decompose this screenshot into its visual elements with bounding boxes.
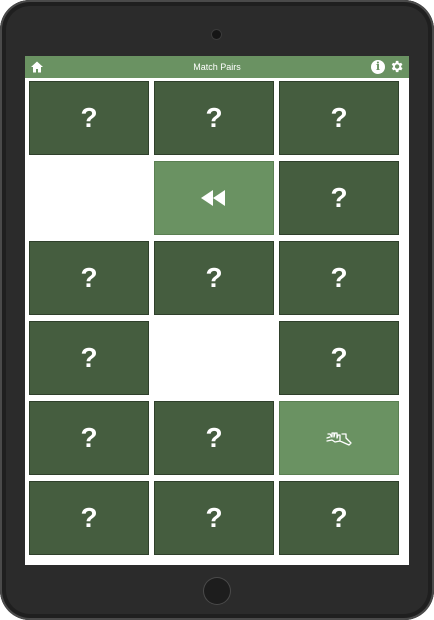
card-hidden[interactable]: ? (30, 322, 148, 394)
card-hidden[interactable]: ? (280, 482, 398, 554)
card-hidden[interactable]: ? (155, 242, 273, 314)
card-grid: ?????????????? (30, 82, 404, 560)
rewind-icon (199, 189, 229, 207)
card-question-mark: ? (330, 502, 348, 533)
card-question-mark: ? (205, 102, 223, 133)
tablet-frame: Match Pairs i ?????????????? (0, 0, 434, 620)
app-bar: Match Pairs i (25, 56, 409, 78)
card-question-mark: ? (80, 502, 98, 533)
app-title: Match Pairs (193, 62, 241, 72)
card-hidden[interactable]: ? (155, 402, 273, 474)
card-question-mark: ? (80, 422, 98, 453)
card-hidden[interactable]: ? (280, 82, 398, 154)
card-question-mark: ? (330, 102, 348, 133)
card-hidden[interactable]: ? (30, 242, 148, 314)
info-icon[interactable]: i (371, 60, 385, 74)
card-question-mark: ? (330, 182, 348, 213)
card-revealed[interactable] (155, 162, 273, 234)
card-revealed[interactable] (280, 402, 398, 474)
device-home-button[interactable] (204, 578, 230, 604)
card-question-mark: ? (80, 342, 98, 373)
card-question-mark: ? (205, 502, 223, 533)
app-screen: Match Pairs i ?????????????? (25, 56, 409, 565)
card-question-mark: ? (80, 262, 98, 293)
card-hidden[interactable]: ? (30, 82, 148, 154)
gear-icon[interactable] (389, 59, 404, 74)
card-question-mark: ? (330, 342, 348, 373)
card-hidden[interactable]: ? (280, 322, 398, 394)
card-question-mark: ? (205, 262, 223, 293)
card-hidden[interactable]: ? (30, 402, 148, 474)
card-hidden[interactable]: ? (280, 242, 398, 314)
card-hidden[interactable]: ? (280, 162, 398, 234)
pinch-gesture-icon (324, 426, 354, 450)
card-slot-matched (30, 162, 148, 234)
card-hidden[interactable]: ? (30, 482, 148, 554)
card-hidden[interactable]: ? (155, 482, 273, 554)
front-camera (212, 30, 221, 39)
card-hidden[interactable]: ? (155, 82, 273, 154)
card-question-mark: ? (205, 422, 223, 453)
card-question-mark: ? (330, 262, 348, 293)
card-slot-matched (155, 322, 273, 394)
card-question-mark: ? (80, 102, 98, 133)
